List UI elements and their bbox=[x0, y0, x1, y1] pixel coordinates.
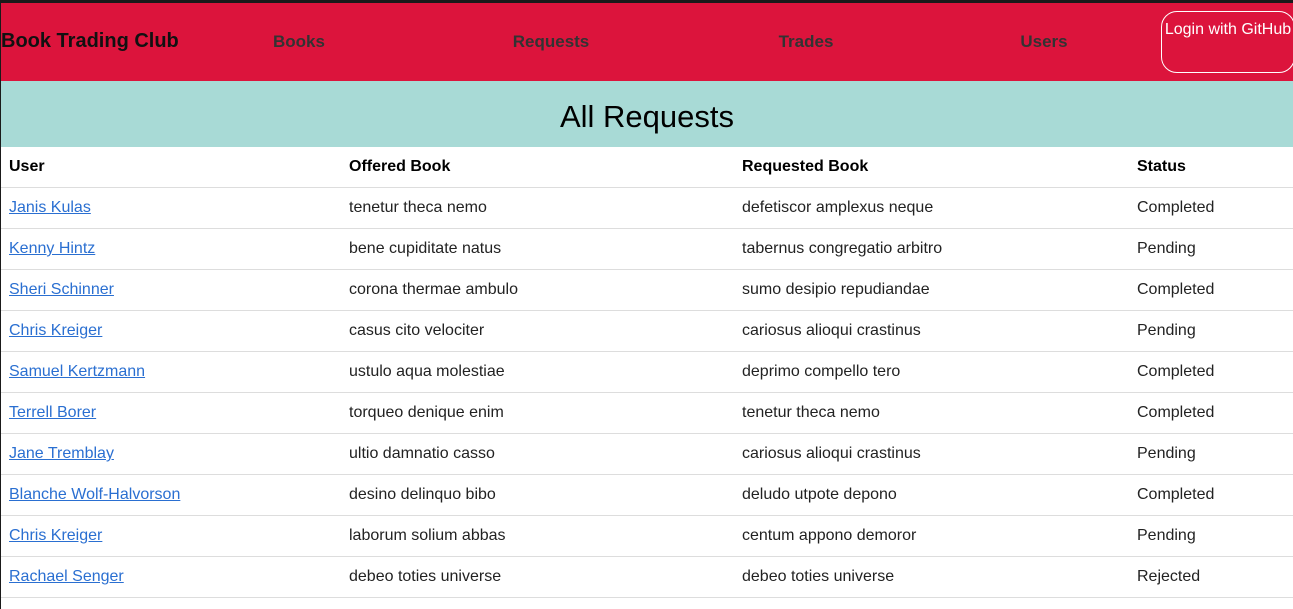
nav-link-books[interactable]: Books bbox=[273, 32, 325, 52]
requested-book-cell: debeo toties universe bbox=[734, 556, 1129, 598]
nav-link-trades[interactable]: Trades bbox=[779, 32, 834, 52]
offered-book-cell: laborum solium abbas bbox=[341, 515, 734, 557]
app-window: Book Trading Club Books Requests Trades … bbox=[0, 0, 1293, 609]
requested-book-cell: defetiscor amplexus neque bbox=[734, 187, 1129, 229]
status-cell: Completed bbox=[1129, 474, 1293, 516]
requested-book-cell: deludo utpote depono bbox=[734, 474, 1129, 516]
user-cell: Blanche Wolf-Halvorson bbox=[1, 474, 341, 516]
user-link[interactable]: Chris Kreiger bbox=[9, 322, 102, 339]
offered-book-cell: corona thermae ambulo bbox=[341, 269, 734, 311]
offered-book-cell: ustulo aqua molestiae bbox=[341, 351, 734, 393]
column-header-requested-book: Requested Book bbox=[734, 147, 1129, 188]
user-link[interactable]: Blanche Wolf-Halvorson bbox=[9, 486, 180, 503]
status-cell: Pending bbox=[1129, 228, 1293, 270]
user-link[interactable]: Jane Tremblay bbox=[9, 445, 114, 462]
table-row: Kenny Hintz bene cupiditate natus tabern… bbox=[1, 228, 1293, 270]
user-link[interactable]: Sheri Schinner bbox=[9, 281, 114, 298]
nav-link-users[interactable]: Users bbox=[1020, 32, 1067, 52]
requested-book-cell: tenetur theca nemo bbox=[734, 392, 1129, 434]
user-cell: Rachael Senger bbox=[1, 556, 341, 598]
status-cell: Pending bbox=[1129, 433, 1293, 475]
user-link[interactable]: Rachael Senger bbox=[9, 568, 124, 585]
offered-book-cell: debeo toties universe bbox=[341, 556, 734, 598]
navbar: Book Trading Club Books Requests Trades … bbox=[1, 3, 1293, 81]
offered-book-cell: bene cupiditate natus bbox=[341, 228, 734, 270]
user-cell: Janis Kulas bbox=[1, 187, 341, 229]
page-title: All Requests bbox=[559, 99, 735, 134]
user-cell: Chris Kreiger bbox=[1, 515, 341, 557]
table-row: Sheri Schinner corona thermae ambulo sum… bbox=[1, 269, 1293, 311]
user-link[interactable]: Kenny Hintz bbox=[9, 240, 95, 257]
offered-book-cell: ultio damnatio casso bbox=[341, 433, 734, 475]
user-link[interactable]: Janis Kulas bbox=[9, 199, 91, 216]
requested-book-cell: sumo desipio repudiandae bbox=[734, 269, 1129, 311]
status-cell: Pending bbox=[1129, 515, 1293, 557]
requested-book-cell: deprimo compello tero bbox=[734, 351, 1129, 393]
user-cell: Jane Tremblay bbox=[1, 433, 341, 475]
table-row: Jane Tremblay ultio damnatio casso cario… bbox=[1, 433, 1293, 475]
status-cell: Completed bbox=[1129, 269, 1293, 311]
status-cell: Rejected bbox=[1129, 556, 1293, 598]
nav-link-requests[interactable]: Requests bbox=[513, 32, 590, 52]
table-row: Chris Kreiger laborum solium abbas centu… bbox=[1, 515, 1293, 557]
user-cell: Samuel Kertzmann bbox=[1, 351, 341, 393]
table-row: Rachael Senger debeo toties universe deb… bbox=[1, 556, 1293, 598]
table-row: Blanche Wolf-Halvorson desino delinquo b… bbox=[1, 474, 1293, 516]
offered-book-cell: casus cito velociter bbox=[341, 310, 734, 352]
status-cell: Pending bbox=[1129, 310, 1293, 352]
status-cell: Completed bbox=[1129, 392, 1293, 434]
table-row: Terrell Borer torqueo denique enim tenet… bbox=[1, 392, 1293, 434]
offered-book-cell: tenetur theca nemo bbox=[341, 187, 734, 229]
table-header-row: User Offered Book Requested Book Status bbox=[1, 147, 1293, 188]
table-row: Chris Kreiger casus cito velociter cario… bbox=[1, 310, 1293, 352]
requested-book-cell: cariosus alioqui crastinus bbox=[734, 433, 1129, 475]
requested-book-cell: cariosus alioqui crastinus bbox=[734, 310, 1129, 352]
user-cell: Chris Kreiger bbox=[1, 310, 341, 352]
requested-book-cell: centum appono demoror bbox=[734, 515, 1129, 557]
status-cell: Completed bbox=[1129, 187, 1293, 229]
page-banner: All Requests bbox=[1, 81, 1293, 147]
offered-book-cell: torqueo denique enim bbox=[341, 392, 734, 434]
user-link[interactable]: Terrell Borer bbox=[9, 404, 96, 421]
table-row: Samuel Kertzmann ustulo aqua molestiae d… bbox=[1, 351, 1293, 393]
user-cell: Kenny Hintz bbox=[1, 228, 341, 270]
brand-link[interactable]: Book Trading Club bbox=[1, 30, 179, 53]
login-with-github-button[interactable]: Login with GitHub bbox=[1161, 11, 1293, 73]
table-row: Janis Kulas tenetur theca nemo defetisco… bbox=[1, 187, 1293, 229]
user-cell: Sheri Schinner bbox=[1, 269, 341, 311]
status-cell: Completed bbox=[1129, 351, 1293, 393]
requests-table: User Offered Book Requested Book Status … bbox=[1, 147, 1293, 598]
column-header-user: User bbox=[1, 147, 341, 188]
requested-book-cell: tabernus congregatio arbitro bbox=[734, 228, 1129, 270]
user-link[interactable]: Samuel Kertzmann bbox=[9, 363, 145, 380]
column-header-status: Status bbox=[1129, 147, 1293, 188]
user-link[interactable]: Chris Kreiger bbox=[9, 527, 102, 544]
column-header-offered-book: Offered Book bbox=[341, 147, 734, 188]
user-cell: Terrell Borer bbox=[1, 392, 341, 434]
offered-book-cell: desino delinquo bibo bbox=[341, 474, 734, 516]
